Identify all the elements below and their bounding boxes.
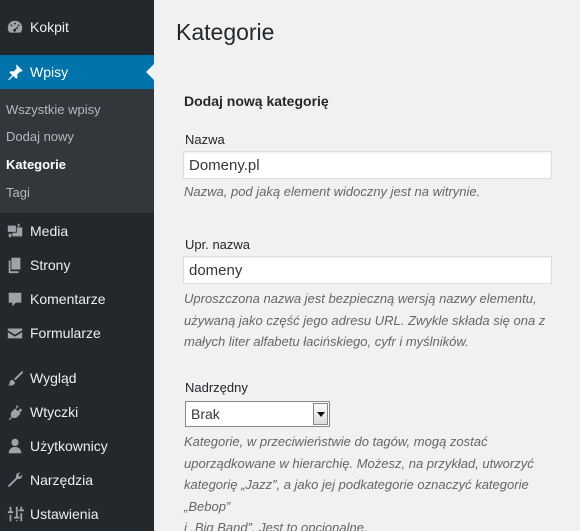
- menu-label: Wpisy: [30, 64, 69, 80]
- pin-icon: [0, 63, 30, 81]
- slug-help-line: używaną jako część jego adresu URL. Zwyk…: [184, 312, 546, 328]
- menu-label: Użytkownicy: [30, 438, 108, 454]
- slug-input[interactable]: [183, 256, 552, 284]
- menu-label: Narzędzia: [30, 472, 94, 488]
- submenu-item-all-posts[interactable]: Wszystkie wpisy: [6, 102, 101, 117]
- brush-icon: [0, 369, 30, 387]
- menu-item-komentarze[interactable]: Komentarze: [0, 282, 154, 316]
- parent-label: Nadrzędny: [185, 380, 248, 395]
- menu-label: Strony: [30, 257, 71, 273]
- menu-label: Komentarze: [30, 291, 106, 307]
- dashboard-icon: [0, 18, 30, 36]
- slug-label: Upr. nazwa: [185, 237, 251, 252]
- posts-submenu: Wszystkie wpisy Dodaj nowy Kategorie Tag…: [0, 89, 154, 213]
- slug-help-line: małych liter alfabetu łacińskiego, cyfr …: [184, 334, 469, 349]
- page-title: Kategorie: [176, 19, 275, 45]
- wrench-icon: [0, 471, 30, 489]
- admin-sidebar: Kokpit Wpisy Wszystkie wpisy Dodaj nowy …: [0, 0, 154, 531]
- media-icon: [0, 222, 30, 240]
- menu-item-formularze[interactable]: Formularze: [0, 316, 154, 350]
- menu-item-narzedzia[interactable]: Narzędzia: [0, 463, 154, 497]
- parent-help-line: uporządkowane w hierarchię. Możesz, na p…: [184, 455, 534, 471]
- submenu-item-categories[interactable]: Kategorie: [6, 157, 66, 172]
- menu-item-ustawienia[interactable]: Ustawienia: [0, 497, 154, 531]
- menu-item-wtyczki[interactable]: Wtyczki: [0, 395, 154, 429]
- plugin-icon: [0, 403, 30, 421]
- menu-label: Formularze: [30, 325, 101, 341]
- user-icon: [0, 437, 30, 455]
- menu-label: Media: [30, 223, 69, 239]
- slug-help-text: Uproszczona nazwa jest bezpieczną wersją…: [184, 288, 574, 353]
- menu-item-kokpit[interactable]: Kokpit: [0, 10, 154, 44]
- chevron-down-icon: [316, 411, 325, 417]
- name-label: Nazwa: [185, 132, 225, 147]
- menu-label: Wtyczki: [30, 404, 79, 420]
- menu-item-strony[interactable]: Strony: [0, 248, 154, 282]
- parent-help-line: Kategorie, w przeciwieństwie do tagów, m…: [184, 434, 488, 449]
- form-heading: Dodaj nową kategorię: [184, 93, 329, 109]
- parent-select[interactable]: Brak: [185, 401, 330, 427]
- comments-icon: [0, 290, 30, 308]
- menu-label: Kokpit: [30, 19, 69, 35]
- active-menu-arrow: [146, 64, 154, 80]
- menu-item-wyglad[interactable]: Wygląd: [0, 361, 154, 395]
- menu-label: Wygląd: [30, 370, 77, 386]
- settings-icon: [0, 505, 30, 523]
- menu-item-uzytkownicy[interactable]: Użytkownicy: [0, 429, 154, 463]
- mail-icon: [0, 324, 30, 342]
- parent-help-line: kategorię „Jazz”, a jako jej podkategori…: [184, 477, 529, 514]
- submenu-item-tags[interactable]: Tagi: [6, 185, 30, 200]
- parent-select-value: Brak: [191, 406, 220, 422]
- parent-help-line: i „Big Band”. Jest to opcjonalne.: [184, 520, 368, 531]
- submenu-item-add-new[interactable]: Dodaj nowy: [6, 129, 74, 144]
- menu-item-media[interactable]: Media: [0, 214, 154, 248]
- menu-item-wpisy[interactable]: Wpisy: [0, 55, 154, 89]
- pages-icon: [0, 256, 30, 274]
- menu-label: Ustawienia: [30, 506, 99, 522]
- parent-help-text: Kategorie, w przeciwieństwie do tagów, m…: [184, 431, 574, 531]
- slug-help-line: Uproszczona nazwa jest bezpieczną wersją…: [184, 291, 537, 306]
- dropdown-button[interactable]: [313, 403, 328, 425]
- name-input[interactable]: [183, 151, 552, 179]
- name-help-text: Nazwa, pod jaką element widoczny jest na…: [184, 184, 481, 199]
